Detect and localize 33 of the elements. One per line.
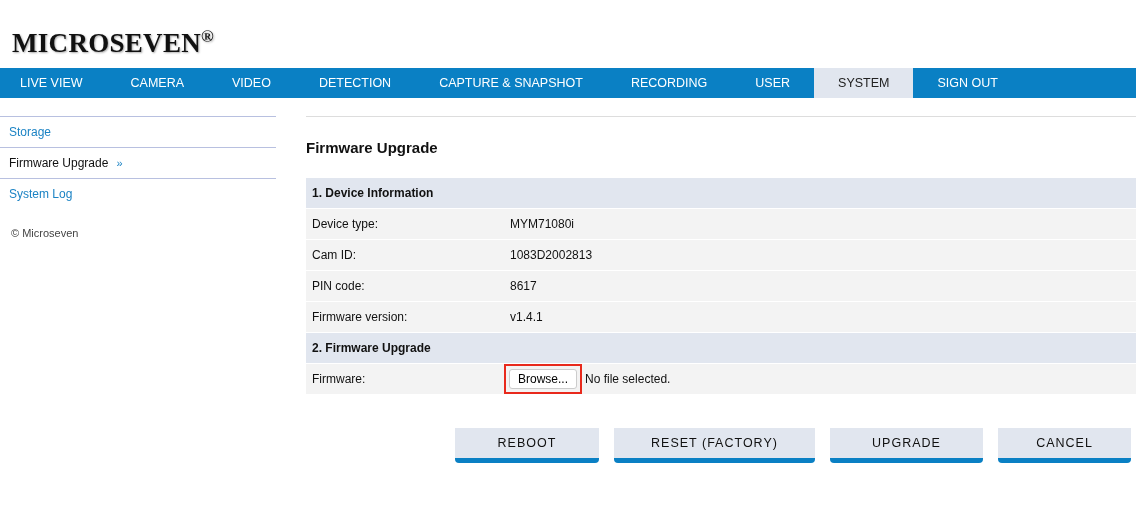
section-heading: 2. Firmware Upgrade xyxy=(306,333,1136,363)
page-title: Firmware Upgrade xyxy=(306,139,439,156)
field-value: v1.4.1 xyxy=(510,310,543,324)
nav-tab[interactable]: LIVE VIEW xyxy=(0,68,107,98)
action-button[interactable]: CANCEL xyxy=(998,428,1131,463)
field-value: 8617 xyxy=(510,279,537,293)
nav-tab[interactable]: SIGN OUT xyxy=(913,68,1022,98)
nav-tab[interactable]: VIDEO xyxy=(208,68,295,98)
nav-tab[interactable]: RECORDING xyxy=(606,68,732,98)
copyright: © Microseven xyxy=(10,226,80,239)
section-heading: 1. Device Information xyxy=(306,178,1136,208)
action-button[interactable]: RESET (FACTORY) xyxy=(614,428,815,463)
nav-tab[interactable]: USER xyxy=(731,68,815,98)
nav-tab[interactable]: CAMERA xyxy=(106,68,208,98)
current-marker: » xyxy=(116,157,123,169)
field-label: Firmware: xyxy=(312,372,367,386)
nav-tab[interactable]: SYSTEM xyxy=(814,68,914,98)
nav-tab[interactable]: DETECTION xyxy=(294,68,416,98)
field-label: Firmware version: xyxy=(312,310,409,324)
logo: MICROSEVEN$^{®}$ xyxy=(12,26,215,58)
sidebar-item[interactable]: Firmware Upgrade xyxy=(9,156,109,170)
nav-tab[interactable]: CAPTURE & SNAPSHOT xyxy=(415,68,607,98)
file-status: No file selected. xyxy=(585,372,671,386)
field-label: Device type: xyxy=(312,217,380,231)
field-value: MYM71080i xyxy=(510,217,575,231)
field-label: Cam ID: xyxy=(312,248,357,262)
field-label: PIN code: xyxy=(312,279,366,293)
action-button[interactable]: REBOOT xyxy=(455,428,599,463)
action-button[interactable]: UPGRADE xyxy=(830,428,983,463)
field-value: 1083D2002813 xyxy=(510,248,593,262)
sidebar-item[interactable]: Storage xyxy=(9,125,52,139)
sidebar-item[interactable]: System Log xyxy=(9,187,73,201)
browse-button[interactable]: Browse... xyxy=(509,369,577,389)
